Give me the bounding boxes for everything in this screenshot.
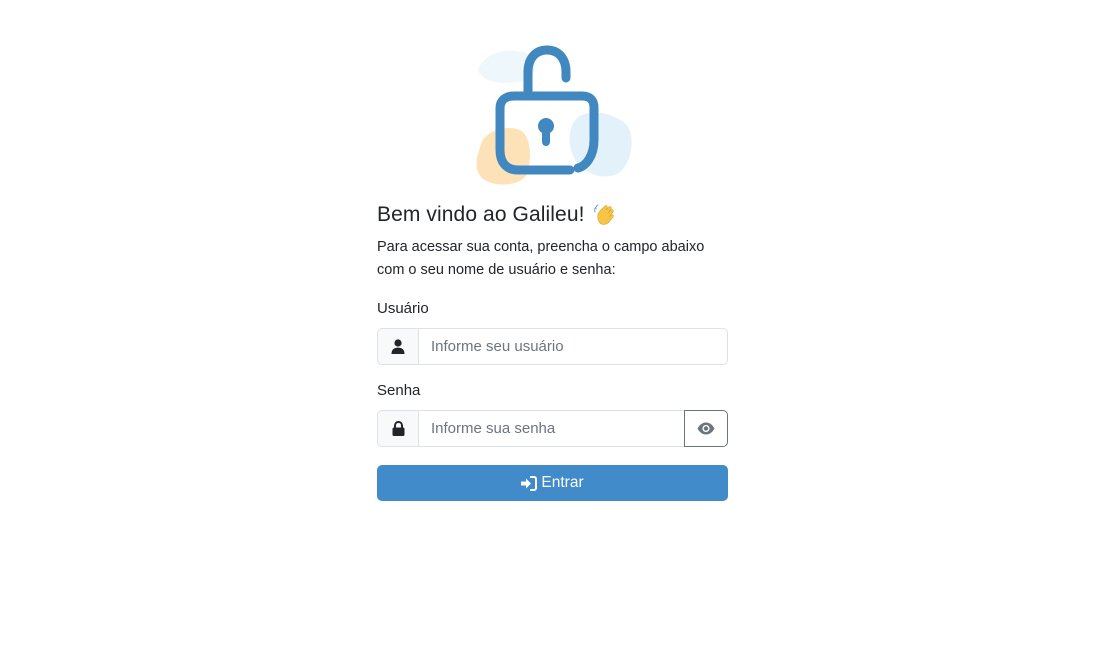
login-page: Bem vindo ao Galileu! Para acessar sua c… bbox=[0, 0, 1106, 648]
username-label: Usuário bbox=[377, 300, 429, 317]
username-input[interactable] bbox=[418, 328, 728, 365]
user-icon bbox=[377, 328, 418, 365]
eye-icon bbox=[697, 422, 715, 435]
lock-icon bbox=[377, 410, 418, 447]
welcome-title: Bem vindo ao Galileu! bbox=[377, 203, 585, 226]
intro-text: Para acessar sua conta, preencha o campo… bbox=[377, 239, 705, 278]
username-input-group bbox=[377, 328, 728, 365]
toggle-password-button[interactable] bbox=[684, 410, 728, 447]
padlock-shackle bbox=[523, 45, 571, 99]
waving-hand-icon bbox=[593, 204, 614, 225]
login-button-label: Entrar bbox=[541, 474, 584, 491]
welcome-heading: Bem vindo ao Galileu! bbox=[377, 200, 728, 230]
password-input[interactable] bbox=[418, 410, 684, 447]
login-button[interactable]: Entrar bbox=[377, 465, 728, 501]
unlocked-padlock-icon bbox=[476, 45, 632, 185]
sign-in-icon bbox=[521, 475, 538, 491]
password-input-group bbox=[377, 410, 728, 447]
login-card: Bem vindo ao Galileu! Para acessar sua c… bbox=[377, 200, 728, 501]
password-label: Senha bbox=[377, 382, 421, 399]
keyhole-bottom bbox=[542, 126, 550, 146]
